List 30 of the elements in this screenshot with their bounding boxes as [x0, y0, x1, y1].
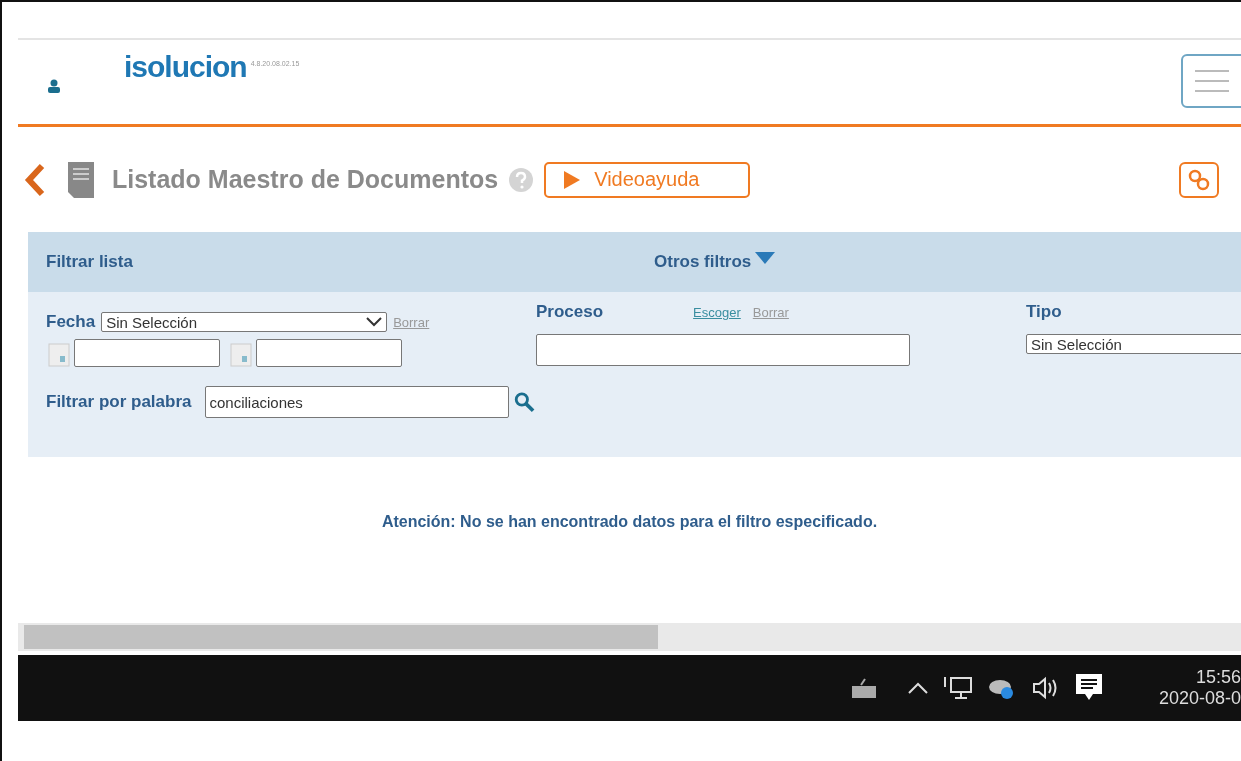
type-select[interactable]: Sin Selección [1026, 334, 1241, 354]
clock-time[interactable]: 15:56 [1195, 667, 1241, 688]
date-select[interactable]: Sin Selección [101, 312, 388, 332]
field-label: Tipo [1026, 302, 1063, 322]
field-label: Fecha [46, 312, 96, 332]
no-data-message: Atención: No se han encontrado datos para el filtro especificado. [381, 513, 878, 530]
other-filters-toggle[interactable]: Otros filtros [654, 252, 752, 272]
process-field[interactable] [536, 334, 910, 366]
clock-date[interactable]: 2020-08-0 [1158, 688, 1241, 709]
caret-icon[interactable] [755, 252, 776, 264]
start-date-field[interactable] [74, 339, 220, 367]
play-icon [564, 170, 581, 189]
field-label: Proceso [536, 302, 604, 322]
menu-button[interactable] [1181, 54, 1241, 108]
keyboard-icon[interactable] [851, 677, 877, 699]
end-date-field[interactable] [256, 339, 402, 367]
link-icon [1187, 168, 1211, 192]
document-icon [66, 159, 96, 200]
network-icon[interactable] [943, 675, 973, 701]
logo: isolucion [124, 50, 247, 84]
user-icon[interactable] [48, 79, 60, 93]
horizontal-scrollbar[interactable] [18, 623, 1241, 651]
back-icon[interactable] [24, 162, 46, 197]
filter-list-title: Filtrar lista [46, 252, 133, 272]
page-title: Listado Maestro de Documentos [112, 165, 499, 194]
field-label: Filtrar por palabra [46, 392, 192, 412]
chevron-up-icon[interactable] [907, 681, 929, 695]
chevron-down-icon [366, 317, 383, 327]
keyword-field[interactable]: conciliaciones [205, 386, 510, 418]
link-button[interactable] [1179, 162, 1219, 198]
